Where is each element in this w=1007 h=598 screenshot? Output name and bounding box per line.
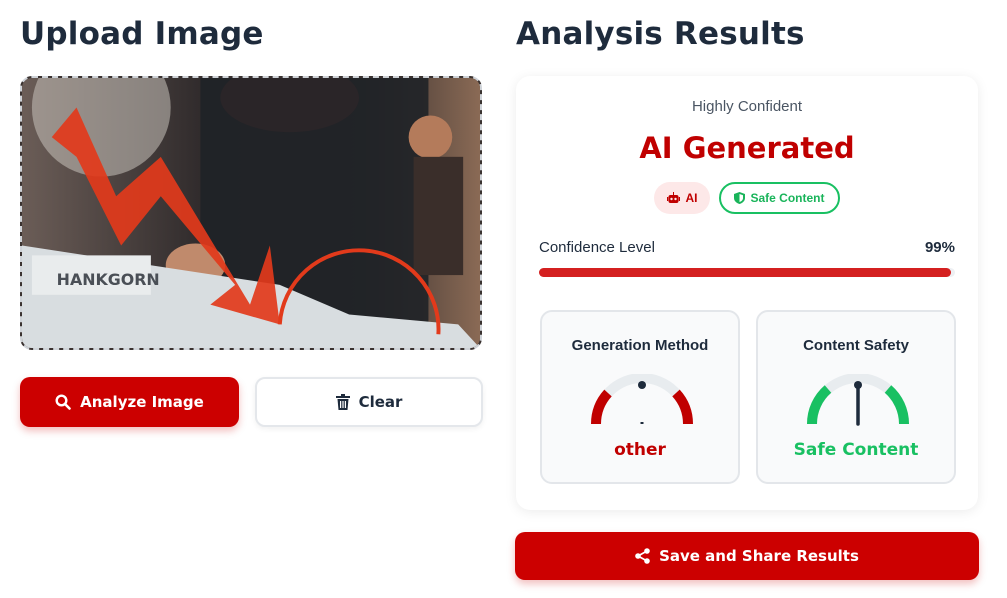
content-safety-title: Content Safety xyxy=(803,337,909,354)
ai-badge: AI xyxy=(654,182,711,214)
badge-row: AI Safe Content xyxy=(516,182,978,214)
confidence-level-label: Confidence Level xyxy=(539,239,655,256)
search-icon xyxy=(55,394,71,410)
generation-method-gauge xyxy=(591,374,693,425)
safe-content-badge: Safe Content xyxy=(719,182,840,214)
results-title: Analysis Results xyxy=(516,16,805,52)
confidence-bar-fill xyxy=(539,268,951,277)
content-safety-box: Content Safety Safe Content xyxy=(756,310,956,484)
trash-icon xyxy=(335,394,350,410)
confidence-text: Highly Confident xyxy=(691,98,803,115)
save-and-share-button[interactable]: Save and Share Results xyxy=(515,532,979,580)
image-preview[interactable]: HANKGORN xyxy=(20,76,482,350)
content-safety-value: Safe Content xyxy=(793,440,919,460)
verdict-text: AI Generated xyxy=(639,131,855,165)
confidence-row: Confidence Level 99% xyxy=(539,239,955,256)
preview-image: HANKGORN xyxy=(22,78,480,348)
save-and-share-label: Save and Share Results xyxy=(659,547,859,565)
analysis-results-card: Highly Confident AI Generated AI Safe Co… xyxy=(516,76,978,510)
generation-method-title: Generation Method xyxy=(571,337,709,354)
content-safety-gauge xyxy=(806,374,910,426)
generation-method-box: Generation Method other xyxy=(540,310,740,484)
clear-button[interactable]: Clear xyxy=(255,377,483,427)
upload-title: Upload Image xyxy=(20,16,264,52)
generation-method-value: other xyxy=(614,440,666,460)
confidence-level-value: 99% xyxy=(924,239,955,256)
share-icon xyxy=(635,548,650,564)
analyze-image-label: Analyze Image xyxy=(80,393,204,411)
ai-badge-label: AI xyxy=(685,191,698,205)
clear-label: Clear xyxy=(358,393,403,411)
preview-banner-text: HANKGORN xyxy=(57,270,160,289)
shield-icon xyxy=(734,192,746,204)
robot-icon xyxy=(667,192,681,203)
confidence-bar xyxy=(539,268,955,277)
analyze-image-button[interactable]: Analyze Image xyxy=(20,377,239,427)
safe-badge-label: Safe Content xyxy=(750,191,825,205)
